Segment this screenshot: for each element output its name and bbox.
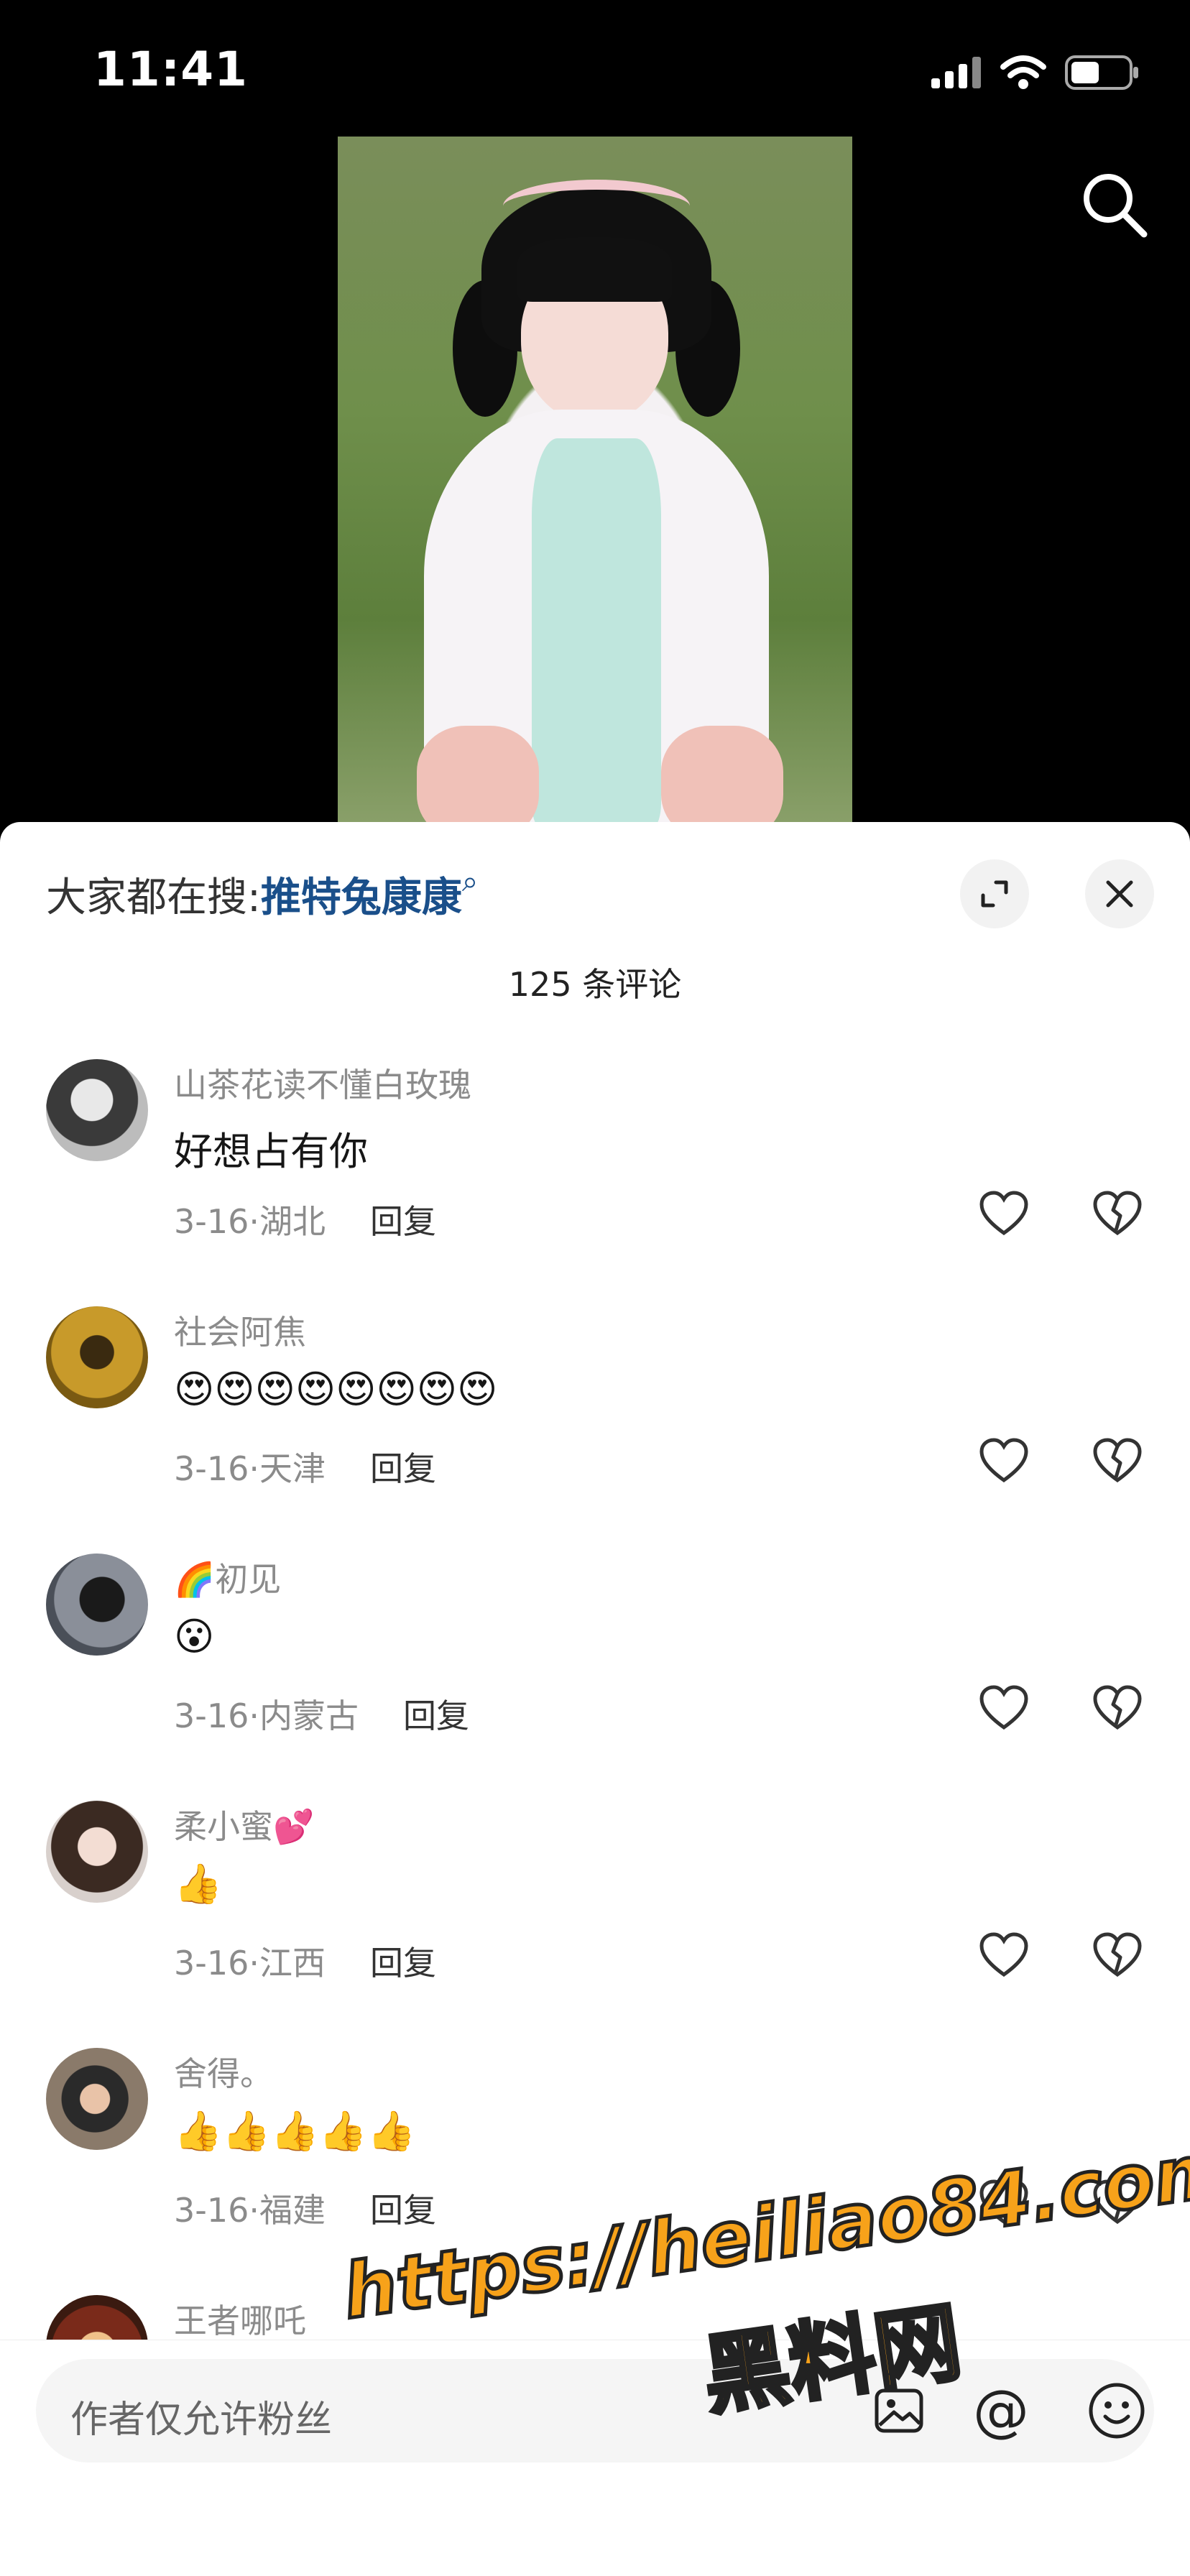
trending-label: 大家都在搜: [46,874,261,921]
signal-icon [931,57,981,88]
emoji-icon[interactable] [1087,2381,1147,2441]
broken-heart-icon[interactable] [1092,1437,1143,1485]
reply-button[interactable]: 回复 [370,1944,436,1982]
comment-date: 3-16 [174,1944,249,1982]
reply-button[interactable]: 回复 [370,2191,436,2230]
status-bar: 11:41 [0,0,1190,137]
comment-username[interactable]: 🌈初见 [174,1554,281,1601]
comment-username[interactable]: 山茶花读不懂白玫瑰 [174,1059,471,1107]
comment-meta: 3-16·福建 回复 [174,2191,437,2230]
comment-date: 3-16 [174,1449,249,1488]
comment-text: 👍 [174,1861,223,1906]
comment-composer: 作者仅允许粉丝 @ [0,2340,1190,2576]
reply-button[interactable]: 回复 [403,1696,469,1735]
expand-button[interactable] [960,859,1029,928]
broken-heart-icon[interactable] [1092,1190,1143,1237]
heart-icon[interactable] [979,1190,1029,1237]
wifi-icon [1000,55,1046,89]
comment-location: 湖北 [259,1202,326,1241]
comment-meta: 3-16·天津 回复 [174,1449,437,1488]
headband-shape [503,180,690,233]
leg-shape [417,726,539,826]
avatar[interactable] [46,1059,148,1161]
comment-item: 山茶花读不懂白玫瑰 好想占有你 3-16·湖北 回复 [0,1055,1190,1302]
comment-username[interactable]: 社会阿焦 [174,1306,306,1354]
heart-icon[interactable] [979,1437,1029,1485]
comment-item: 舍得。 👍👍👍👍👍 3-16·福建 回复 [0,2044,1190,2291]
search-icon[interactable] [1075,165,1154,244]
reply-button[interactable]: 回复 [370,1449,436,1488]
image-icon[interactable] [874,2388,924,2434]
comment-username[interactable]: 舍得。 [174,2048,273,2095]
close-icon [1106,880,1133,908]
broken-heart-icon[interactable] [1092,2179,1143,2226]
comment-meta: 3-16·湖北 回复 [174,1202,437,1241]
comment-item: 社会阿焦 😍😍😍😍😍😍😍😍 3-16·天津 回复 [0,1302,1190,1549]
tee-shape [532,438,661,826]
avatar[interactable] [46,2048,148,2150]
hair-shape [517,237,672,302]
comment-date: 3-16 [174,1202,249,1241]
status-time: 11:41 [93,42,249,97]
video-area[interactable] [0,137,1190,826]
reply-button[interactable]: 回复 [370,1202,436,1241]
video-thumbnail[interactable] [338,137,852,826]
comment-meta: 3-16·江西 回复 [174,1944,437,1982]
comment-date: 3-16 [174,1696,249,1735]
comment-username[interactable]: 柔小蜜💕 [174,1801,314,1848]
heart-icon[interactable] [979,1684,1029,1732]
comment-location: 内蒙古 [259,1696,359,1735]
comment-text: 😮 [174,1614,215,1659]
comment-meta: 3-16·内蒙古 回复 [174,1696,470,1735]
avatar[interactable] [46,1801,148,1903]
avatar[interactable] [46,1306,148,1408]
comment-sheet: 大家都在搜:推特兔康康⌕ 125 条评论 山茶花读不懂白玫瑰 好想占有你 3-1… [0,822,1190,2575]
comment-count: 125 条评论 [508,965,682,1004]
search-small-icon: ⌕ [461,865,479,898]
leg-shape [661,726,783,826]
trending-query-link[interactable]: 推特兔康康 [261,874,462,921]
comment-text: 😍😍😍😍😍😍😍😍 [174,1367,498,1412]
comment-location: 福建 [259,2191,326,2230]
heart-icon[interactable] [979,1931,1029,1979]
battery-icon [1065,55,1138,90]
close-button[interactable] [1085,859,1154,928]
comment-item: 柔小蜜💕 👍 3-16·江西 回复 [0,1796,1190,2044]
status-icons [931,47,1140,98]
expand-icon [981,880,1008,908]
comment-date: 3-16 [174,2191,249,2230]
comment-input[interactable]: 作者仅允许粉丝 @ [36,2359,1154,2462]
broken-heart-icon[interactable] [1092,1684,1143,1732]
comment-input-placeholder: 作者仅允许粉丝 [70,2399,333,2442]
comment-text: 好想占有你 [174,1129,368,1174]
comment-text: 👍👍👍👍👍 [174,2108,416,2153]
avatar[interactable] [46,1554,148,1656]
comment-location: 天津 [259,1449,326,1488]
sheet-header: 大家都在搜:推特兔康康⌕ 125 条评论 [0,822,1190,1052]
mention-button[interactable]: @ [973,2379,1029,2444]
comment-location: 江西 [259,1944,326,1982]
broken-heart-icon[interactable] [1092,1931,1143,1979]
heart-icon[interactable] [979,2179,1029,2226]
comment-username[interactable]: 王者哪吒 [174,2295,306,2342]
trending-search[interactable]: 大家都在搜:推特兔康康⌕ [46,865,478,923]
comment-item: 🌈初见 😮 3-16·内蒙古 回复 [0,1549,1190,1796]
